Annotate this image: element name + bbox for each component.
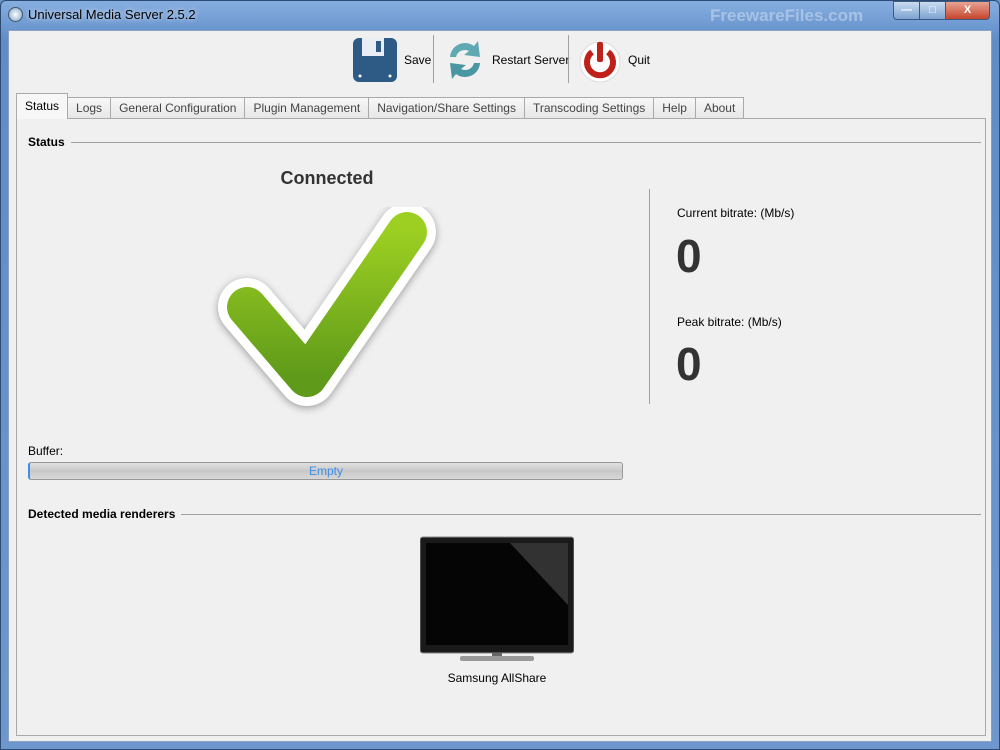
tab-bar: Status Logs General Configuration Plugin…: [16, 93, 745, 119]
close-button[interactable]: X: [945, 1, 990, 20]
status-section-header: Status: [28, 135, 981, 149]
toolbar-separator: [568, 35, 569, 83]
save-icon: [353, 38, 397, 82]
tab-logs[interactable]: Logs: [67, 97, 112, 119]
buffer-progress-bar: Empty: [28, 462, 623, 480]
restart-label: Restart Server: [492, 53, 570, 67]
restart-server-button[interactable]: Restart Server: [444, 36, 569, 84]
current-bitrate-value: 0: [676, 230, 702, 282]
status-panel: Status Connected Current bitrate: (Mb/s)…: [16, 118, 986, 736]
tab-transcoding-settings[interactable]: Transcoding Settings: [523, 97, 655, 119]
vertical-divider: [649, 189, 650, 404]
tab-general-configuration[interactable]: General Configuration: [110, 97, 246, 119]
peak-bitrate-label: Peak bitrate: (Mb/s): [677, 315, 782, 329]
tab-help[interactable]: Help: [653, 97, 696, 119]
buffer-label: Buffer:: [28, 444, 64, 458]
window-title: Universal Media Server 2.5.2: [28, 7, 196, 22]
tv-icon: [419, 536, 575, 661]
minimize-button[interactable]: —: [893, 1, 920, 20]
main-window: Save Restart Server Quit Status Logs Gen…: [8, 30, 992, 742]
renderer-name: Samsung AllShare: [447, 671, 547, 685]
watermark: FreewareFiles.com: [710, 6, 864, 25]
status-section-title: Status: [28, 135, 65, 149]
app-icon: [8, 7, 23, 22]
toolbar-separator: [433, 35, 434, 83]
tab-about[interactable]: About: [694, 97, 745, 119]
tab-plugin-management[interactable]: Plugin Management: [244, 97, 370, 119]
quit-button[interactable]: Quit: [578, 36, 650, 84]
connection-status: Connected: [280, 168, 374, 188]
peak-bitrate-value: 0: [676, 338, 702, 390]
renderers-section-header: Detected media renderers: [28, 507, 981, 521]
power-icon: [579, 41, 621, 83]
quit-label: Quit: [628, 53, 651, 67]
checkmark-icon: [218, 207, 436, 406]
save-label: Save: [404, 53, 432, 67]
current-bitrate-label: Current bitrate: (Mb/s): [677, 206, 795, 220]
tab-status[interactable]: Status: [16, 93, 69, 119]
renderer-item[interactable]: [419, 535, 575, 663]
save-button[interactable]: Save: [352, 36, 431, 84]
restart-icon: [450, 41, 480, 79]
maximize-button[interactable]: □: [919, 1, 946, 20]
tab-navigation-share-settings[interactable]: Navigation/Share Settings: [368, 97, 525, 119]
renderers-section-title: Detected media renderers: [28, 507, 176, 521]
